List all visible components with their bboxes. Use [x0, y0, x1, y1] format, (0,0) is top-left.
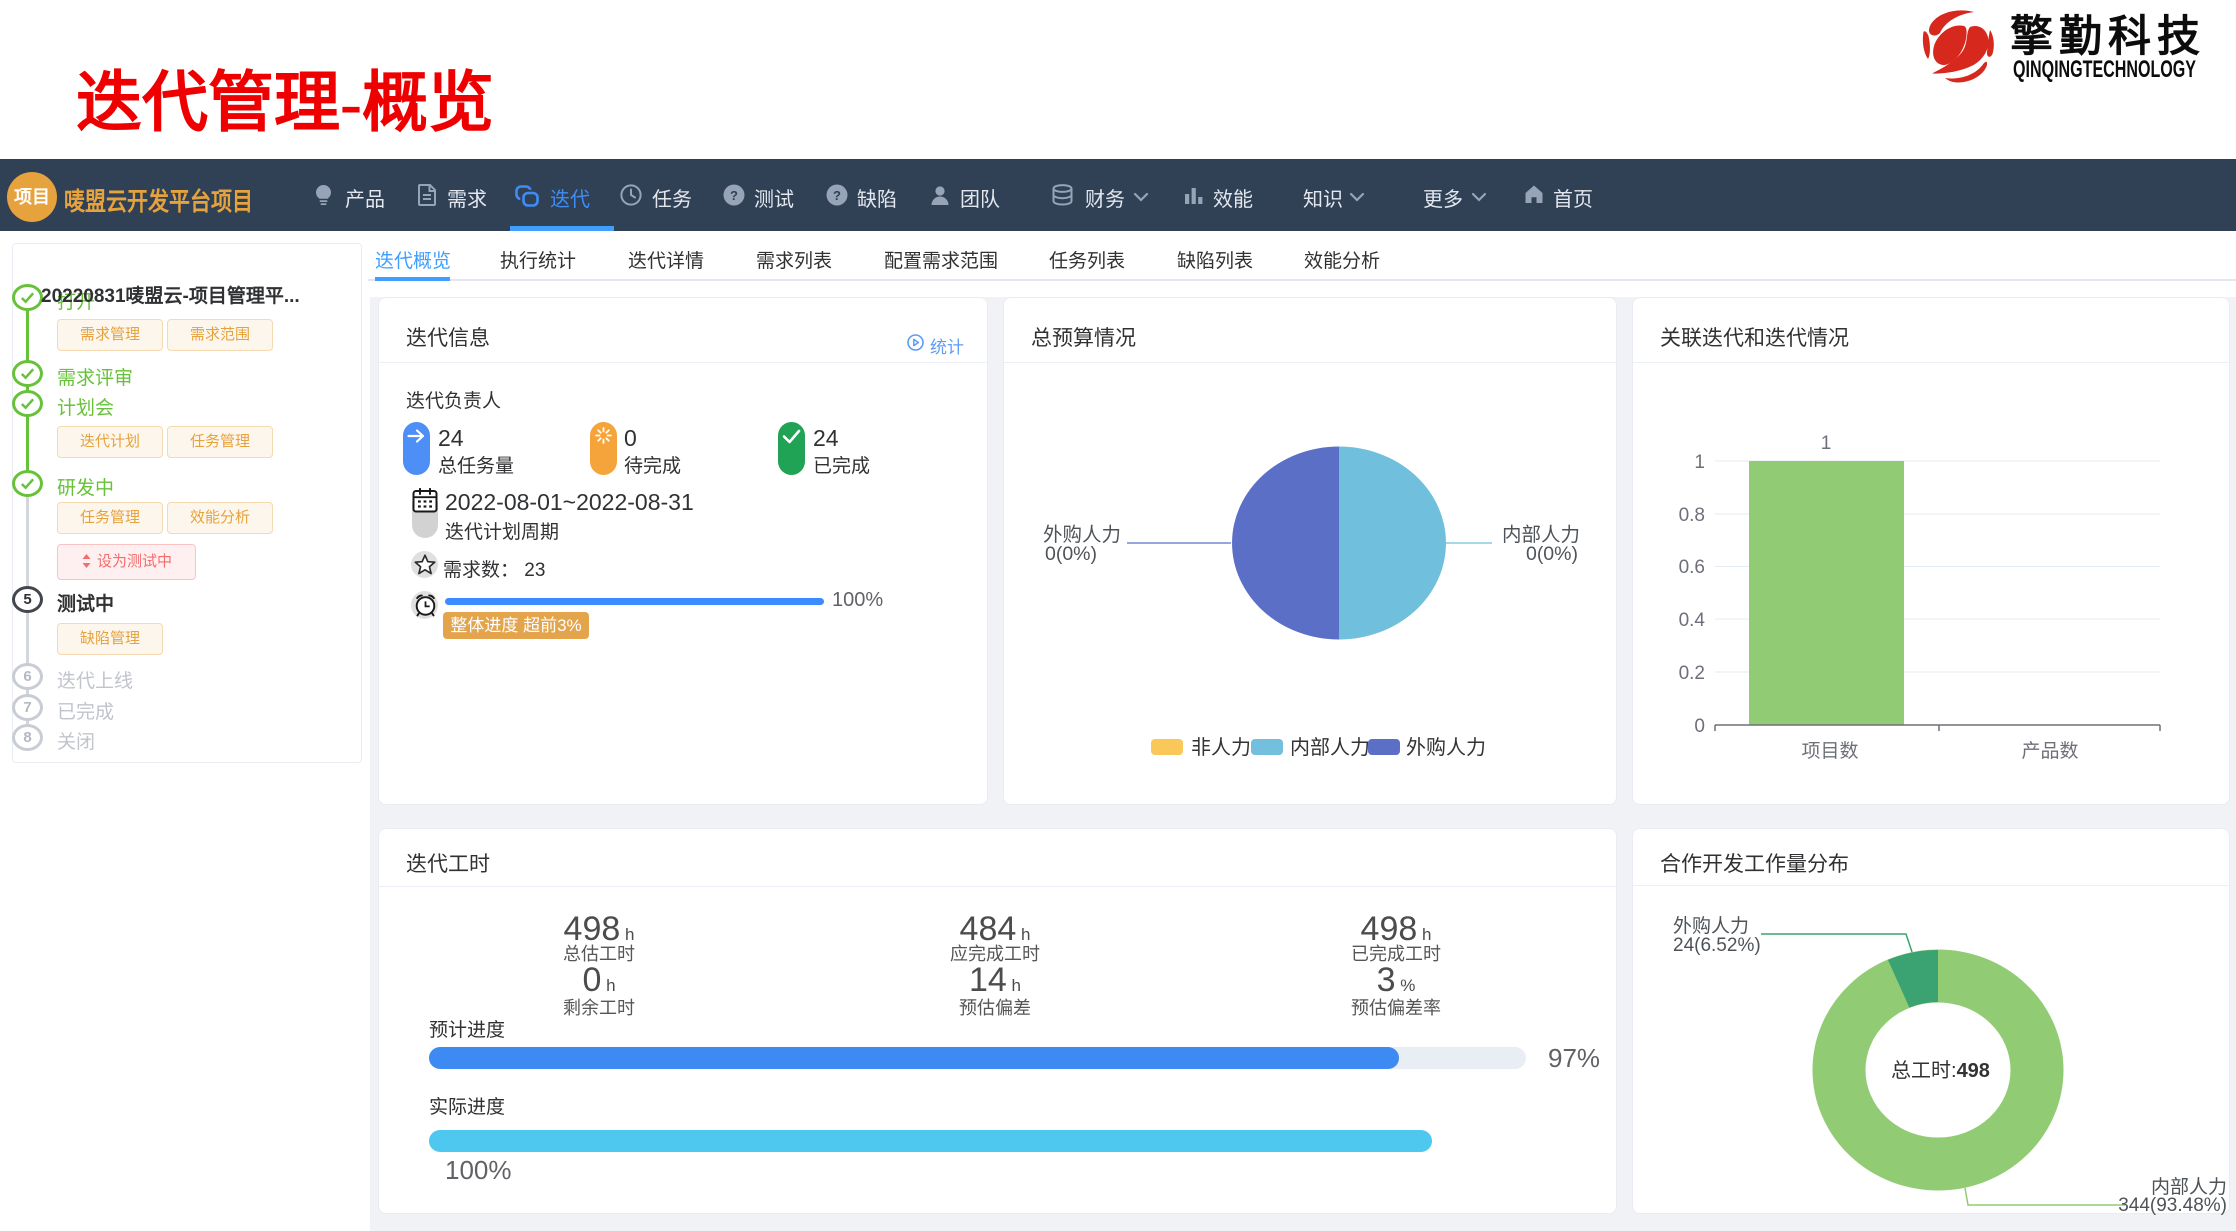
svg-text:非人力: 非人力	[1191, 736, 1251, 759]
svg-text:1: 1	[1821, 433, 1832, 454]
svg-text:1: 1	[1694, 452, 1705, 473]
svg-text:344(93.48%): 344(93.48%)	[2118, 1195, 2227, 1215]
svg-text:内部人力: 内部人力	[1290, 736, 1370, 759]
svg-text:产品数: 产品数	[2021, 740, 2078, 762]
svg-text:项目数: 项目数	[1801, 740, 1858, 762]
svg-text:0.2: 0.2	[1679, 663, 1705, 684]
svg-text:外购人力: 外购人力	[1673, 915, 1749, 937]
svg-text:擎勤科技: 擎勤科技	[2010, 13, 2200, 61]
svg-text:24(6.52%): 24(6.52%)	[1673, 935, 1761, 956]
svg-text:0.4: 0.4	[1679, 610, 1706, 631]
svg-text:0: 0	[1694, 716, 1705, 737]
svg-text:总工时:498: 总工时:498	[1891, 1059, 1990, 1082]
svg-text:0.8: 0.8	[1679, 505, 1705, 526]
svg-text:0(0%): 0(0%)	[1045, 543, 1097, 565]
svg-text:QINQINGTECHNOLOGY: QINQINGTECHNOLOGY	[2013, 56, 2196, 83]
svg-text:0.6: 0.6	[1679, 557, 1705, 578]
svg-text:0(0%): 0(0%)	[1526, 543, 1578, 565]
svg-text:外购人力: 外购人力	[1406, 736, 1486, 759]
svg-text:?: ?	[833, 188, 841, 203]
svg-text:?: ?	[730, 188, 738, 203]
